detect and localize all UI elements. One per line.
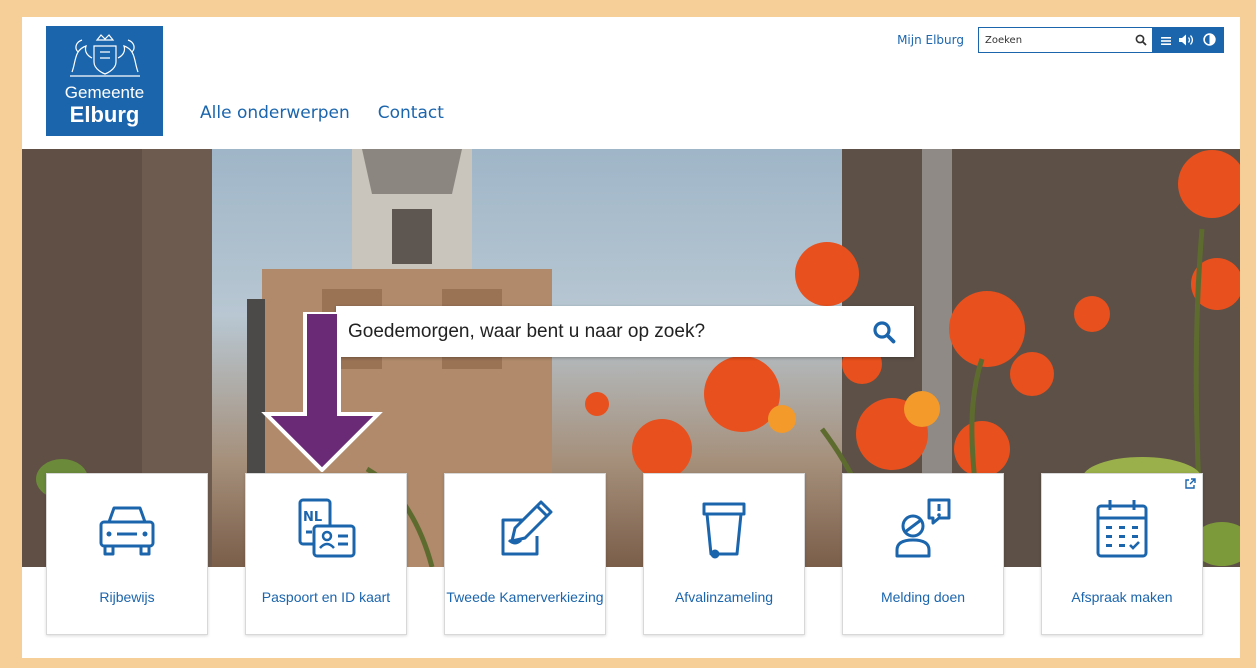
top-search-input[interactable]: Zoeken [979, 35, 1130, 46]
logo-line1: Gemeente [64, 83, 145, 102]
main-nav: Alle onderwerpen Contact [200, 103, 444, 123]
search-icon[interactable] [1130, 28, 1152, 52]
annotation-arrow-icon [261, 312, 383, 472]
tile-afvalinzameling[interactable]: Afvalinzameling [643, 473, 805, 635]
tile-label: Rijbewijs [99, 589, 155, 605]
nav-contact[interactable]: Contact [378, 103, 444, 123]
logo-line2: Elburg [69, 102, 140, 127]
gemeente-elburg-logo[interactable]: Gemeente Elburg [46, 26, 163, 136]
hero-search-box[interactable]: Goedemorgen, waar bent u naar op zoek? [336, 306, 914, 357]
svg-text:NL: NL [303, 510, 322, 525]
ballot-pencil-icon [501, 500, 553, 556]
tile-label: Paspoort en ID kaart [261, 589, 391, 605]
tile-tweede-kamerverkiezing[interactable]: Tweede Kamerverkiezing [444, 473, 606, 635]
nav-alle-onderwerpen[interactable]: Alle onderwerpen [200, 103, 350, 123]
hero-search-input[interactable]: Goedemorgen, waar bent u naar op zoek? [336, 321, 854, 343]
tile-label: Afvalinzameling [674, 589, 774, 605]
waste-bin-icon [702, 502, 746, 559]
tile-label: Tweede Kamerverkiezing [446, 589, 604, 605]
accessibility-toolbar [1153, 27, 1224, 53]
tile-melding-doen[interactable]: Melding doen [842, 473, 1004, 635]
mijn-elburg-link[interactable]: Mijn Elburg [897, 33, 964, 47]
passport-id-icon: NL [298, 498, 356, 558]
person-alert-icon [895, 498, 951, 558]
browser-frame: Gemeente Elburg Alle onderwerpen Contact… [22, 17, 1240, 658]
speaker-icon[interactable] [1179, 31, 1195, 50]
external-link-icon [1185, 478, 1196, 489]
top-search-field[interactable]: Zoeken [978, 27, 1153, 53]
calendar-icon [1096, 500, 1148, 558]
hero-search-icon[interactable] [854, 320, 914, 344]
menu-icon[interactable] [1161, 31, 1171, 50]
tile-label: Melding doen [880, 589, 966, 605]
site-header: Gemeente Elburg Alle onderwerpen Contact… [22, 17, 1240, 149]
tile-paspoort-id[interactable]: NL Paspoort en ID kaart [245, 473, 407, 635]
tile-afspraak-maken[interactable]: Afspraak maken [1041, 473, 1203, 635]
car-icon [99, 506, 155, 556]
contrast-icon[interactable] [1203, 31, 1216, 50]
tile-rijbewijs[interactable]: Rijbewijs [46, 473, 208, 635]
tile-label: Afspraak maken [1071, 589, 1173, 605]
crest-icon [70, 34, 140, 77]
utility-nav: Mijn Elburg Zoeken [897, 26, 1224, 54]
